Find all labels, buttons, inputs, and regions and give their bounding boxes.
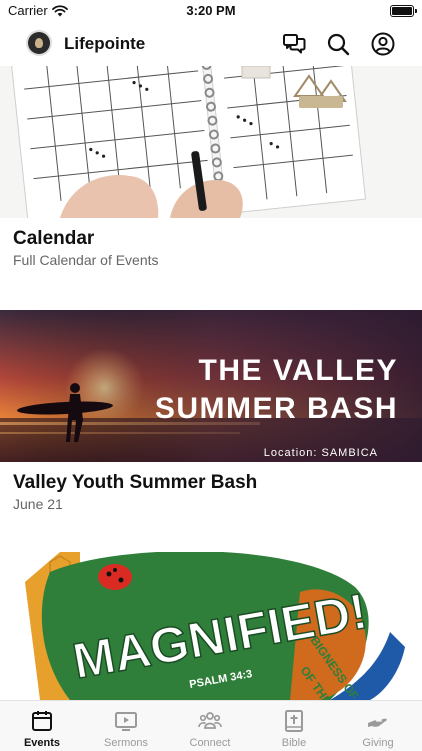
status-time: 3:20 PM: [186, 3, 236, 18]
tab-bible[interactable]: Bible: [252, 701, 336, 751]
search-icon[interactable]: [325, 31, 351, 57]
magnified-card[interactable]: MAGNIFIED! PSALM 34:3 BIGNESS OF GOD OF …: [0, 66, 422, 700]
chat-icon[interactable]: [281, 31, 307, 57]
tab-bar: Events Sermons Connect Bible Giving: [0, 700, 422, 751]
video-icon: [115, 712, 137, 731]
app-title: Lifepointe: [64, 34, 146, 53]
tab-connect[interactable]: Connect: [168, 701, 252, 751]
status-bar: Carrier 3:20 PM: [0, 0, 422, 22]
tab-label: Giving: [362, 737, 394, 749]
tab-label: Bible: [281, 737, 307, 749]
bible-icon: [285, 710, 303, 732]
battery-icon: [390, 5, 417, 17]
top-nav: Lifepointe: [0, 22, 422, 67]
calendar-icon: [32, 711, 52, 731]
events-feed[interactable]: Calendar Full Calendar of Events THE VAL…: [0, 66, 422, 700]
tab-label: Connect: [189, 737, 231, 749]
tab-giving[interactable]: Giving: [336, 701, 420, 751]
profile-icon[interactable]: [370, 31, 396, 57]
magnified-image: MAGNIFIED! PSALM 34:3 BIGNESS OF GOD OF …: [0, 552, 422, 700]
tab-sermons[interactable]: Sermons: [84, 701, 168, 751]
tab-events[interactable]: Events: [0, 701, 84, 751]
people-icon: [198, 712, 222, 729]
giving-hand-icon: [368, 718, 387, 727]
tab-label: Sermons: [103, 737, 149, 749]
church-logo[interactable]: [28, 32, 50, 54]
tab-label: Events: [23, 737, 61, 749]
